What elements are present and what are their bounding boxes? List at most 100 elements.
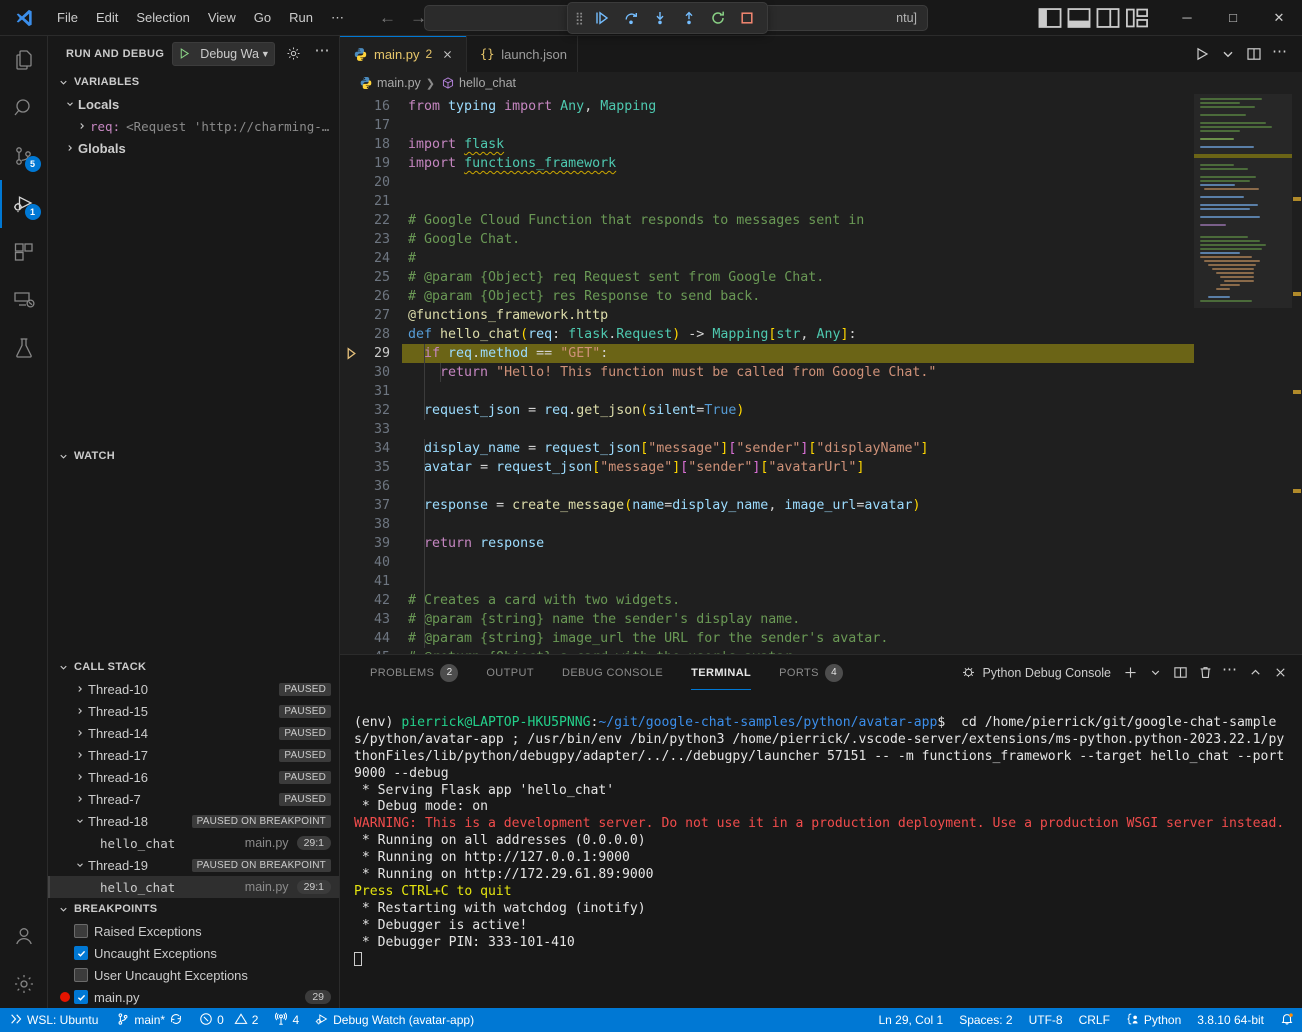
call-stack-thread-row[interactable]: Thread-10 PAUSED — [48, 678, 339, 700]
toggle-primary-sidebar-icon[interactable] — [1037, 5, 1063, 31]
panel-tab-problems[interactable]: PROBLEMS 2 — [360, 655, 468, 690]
debug-restart-button[interactable] — [705, 6, 731, 30]
editor-more-actions-icon[interactable]: ⋯ — [1268, 42, 1292, 66]
active-terminal-name[interactable]: Python Debug Console — [961, 664, 1111, 682]
status-notifications[interactable] — [1272, 1008, 1302, 1032]
launch-configuration-select[interactable]: Debug Wa ▼ — [172, 42, 275, 66]
status-debug-session[interactable]: Debug Watch (avatar-app) — [307, 1008, 482, 1032]
breadcrumb-item-symbol[interactable]: hello_chat — [440, 76, 516, 91]
activity-search-button[interactable] — [0, 84, 48, 132]
kill-terminal-icon[interactable] — [1193, 661, 1217, 685]
status-remote-indicator[interactable]: WSL: Ubuntu — [0, 1008, 108, 1032]
run-python-file-icon[interactable] — [1190, 42, 1214, 66]
customize-layout-icon[interactable] — [1124, 5, 1150, 31]
status-ports[interactable]: 4 — [266, 1008, 307, 1032]
call-stack-section-header[interactable]: CALL STACK — [48, 656, 339, 678]
go-back-icon[interactable]: ← — [379, 9, 396, 26]
breakpoint-checkbox[interactable] — [74, 968, 88, 982]
activity-extensions-button[interactable] — [0, 228, 48, 276]
breakpoint-row-user-uncaught-exceptions[interactable]: User Uncaught Exceptions — [48, 964, 339, 986]
call-stack-thread-row[interactable]: Thread-17 PAUSED — [48, 744, 339, 766]
watch-section-header[interactable]: WATCH — [48, 445, 339, 467]
code-editor[interactable]: 16 17 18 19 20 21 22 23 24 25 26 27 28 — [340, 94, 1194, 654]
debug-stop-button[interactable] — [734, 6, 760, 30]
menu-view[interactable]: View — [199, 6, 245, 29]
panel-tab-terminal[interactable]: TERMINAL — [681, 655, 761, 690]
window-maximize-button[interactable]: □ — [1210, 0, 1256, 35]
panel-more-actions-icon[interactable]: ⋯ — [1218, 661, 1242, 685]
status-encoding[interactable]: UTF-8 — [1021, 1008, 1071, 1032]
panel-tab-debug-console[interactable]: DEBUG CONSOLE — [552, 655, 673, 690]
activity-explorer-button[interactable] — [0, 36, 48, 84]
window-minimize-button[interactable]: ─ — [1164, 0, 1210, 35]
close-panel-icon[interactable] — [1268, 661, 1292, 685]
terminal-output[interactable]: (env) pierrick@LAPTOP-HKU5PNNG:~/git/goo… — [340, 690, 1302, 1008]
breakpoint-row-main-py[interactable]: main.py 29 — [48, 986, 339, 1008]
code-lines[interactable]: from typing import Any, Mapping import f… — [402, 97, 1194, 654]
variable-row-req[interactable]: req: <Request 'http://charming-tro… — [48, 115, 339, 137]
call-stack-frame-row[interactable]: hello_chat main.py 29:1 — [48, 832, 339, 854]
activity-remote-explorer-button[interactable] — [0, 276, 48, 324]
breakpoint-checkbox[interactable] — [74, 990, 88, 1004]
panel-tab-ports[interactable]: PORTS 4 — [769, 655, 853, 690]
status-language-mode[interactable]: Python — [1118, 1008, 1189, 1032]
chevron-down-icon[interactable] — [1143, 661, 1167, 685]
status-indentation[interactable]: Spaces: 2 — [951, 1008, 1020, 1032]
call-stack-thread-row[interactable]: Thread-15 PAUSED — [48, 700, 339, 722]
chevron-down-icon[interactable]: ▼ — [260, 49, 274, 59]
call-stack-thread-row[interactable]: Thread-19 PAUSED ON BREAKPOINT — [48, 854, 339, 876]
sync-icon[interactable] — [169, 1012, 183, 1029]
toggle-secondary-sidebar-icon[interactable] — [1095, 5, 1121, 31]
breakpoint-row-uncaught-exceptions[interactable]: Uncaught Exceptions — [48, 942, 339, 964]
activity-run-and-debug-button[interactable]: 1 — [0, 180, 48, 228]
menu-selection[interactable]: Selection — [127, 6, 198, 29]
menu-edit[interactable]: Edit — [87, 6, 127, 29]
breakpoint-checkbox[interactable] — [74, 924, 88, 938]
menu-file[interactable]: File — [48, 6, 87, 29]
debug-step-over-button[interactable] — [618, 6, 644, 30]
call-stack-thread-row[interactable]: Thread-16 PAUSED — [48, 766, 339, 788]
menu-go[interactable]: Go — [245, 6, 280, 29]
split-terminal-icon[interactable] — [1168, 661, 1192, 685]
editor-scrollbar[interactable] — [1292, 94, 1302, 654]
menu-run[interactable]: Run — [280, 6, 322, 29]
editor-tab-main-py[interactable]: main.py 2 — [340, 36, 467, 72]
status-interpreter-version[interactable]: 3.8.10 64-bit — [1189, 1008, 1272, 1032]
call-stack-thread-row[interactable]: Thread-7 PAUSED — [48, 788, 339, 810]
drag-handle-icon[interactable]: ⣿ — [575, 11, 583, 25]
close-icon[interactable] — [438, 45, 456, 63]
menu-more[interactable]: ⋯ — [322, 6, 353, 30]
debug-step-out-button[interactable] — [676, 6, 702, 30]
toggle-panel-icon[interactable] — [1066, 5, 1092, 31]
open-launch-json-button[interactable] — [283, 43, 304, 65]
call-stack-thread-row[interactable]: Thread-14 PAUSED — [48, 722, 339, 744]
breakpoints-section-header[interactable]: BREAKPOINTS — [48, 898, 339, 920]
variables-scope-globals[interactable]: Globals — [48, 137, 339, 159]
debug-continue-button[interactable] — [589, 6, 615, 30]
activity-accounts-button[interactable] — [0, 912, 48, 960]
breadcrumb-item-file[interactable]: main.py — [358, 76, 421, 91]
maximize-panel-icon[interactable] — [1243, 661, 1267, 685]
breakpoint-checkbox[interactable] — [74, 946, 88, 960]
status-cursor-position[interactable]: Ln 29, Col 1 — [870, 1008, 951, 1032]
activity-manage-settings-button[interactable] — [0, 960, 48, 1008]
status-git-branch[interactable]: main* — [108, 1008, 191, 1032]
call-stack-thread-row[interactable]: Thread-18 PAUSED ON BREAKPOINT — [48, 810, 339, 832]
variables-section-header[interactable]: VARIABLES — [48, 71, 339, 93]
editor-minimap[interactable] — [1194, 94, 1302, 654]
status-eol[interactable]: CRLF — [1071, 1008, 1118, 1032]
debug-step-into-button[interactable] — [647, 6, 673, 30]
breakpoint-row-raised-exceptions[interactable]: Raised Exceptions — [48, 920, 339, 942]
new-terminal-icon[interactable] — [1118, 661, 1142, 685]
variables-scope-locals[interactable]: Locals — [48, 93, 339, 115]
window-close-button[interactable]: ✕ — [1256, 0, 1302, 35]
start-debugging-icon[interactable] — [173, 47, 195, 60]
split-editor-icon[interactable] — [1242, 42, 1266, 66]
activity-source-control-button[interactable]: 5 — [0, 132, 48, 180]
sidebar-more-actions-button[interactable]: ⋯ — [312, 43, 333, 65]
chevron-down-icon[interactable] — [1216, 42, 1240, 66]
editor-tab-launch-json[interactable]: {} launch.json — [467, 36, 578, 72]
panel-tab-output[interactable]: OUTPUT — [476, 655, 544, 690]
call-stack-frame-row-selected[interactable]: hello_chat main.py 29:1 — [48, 876, 339, 898]
status-problems[interactable]: 0 2 — [191, 1008, 266, 1032]
